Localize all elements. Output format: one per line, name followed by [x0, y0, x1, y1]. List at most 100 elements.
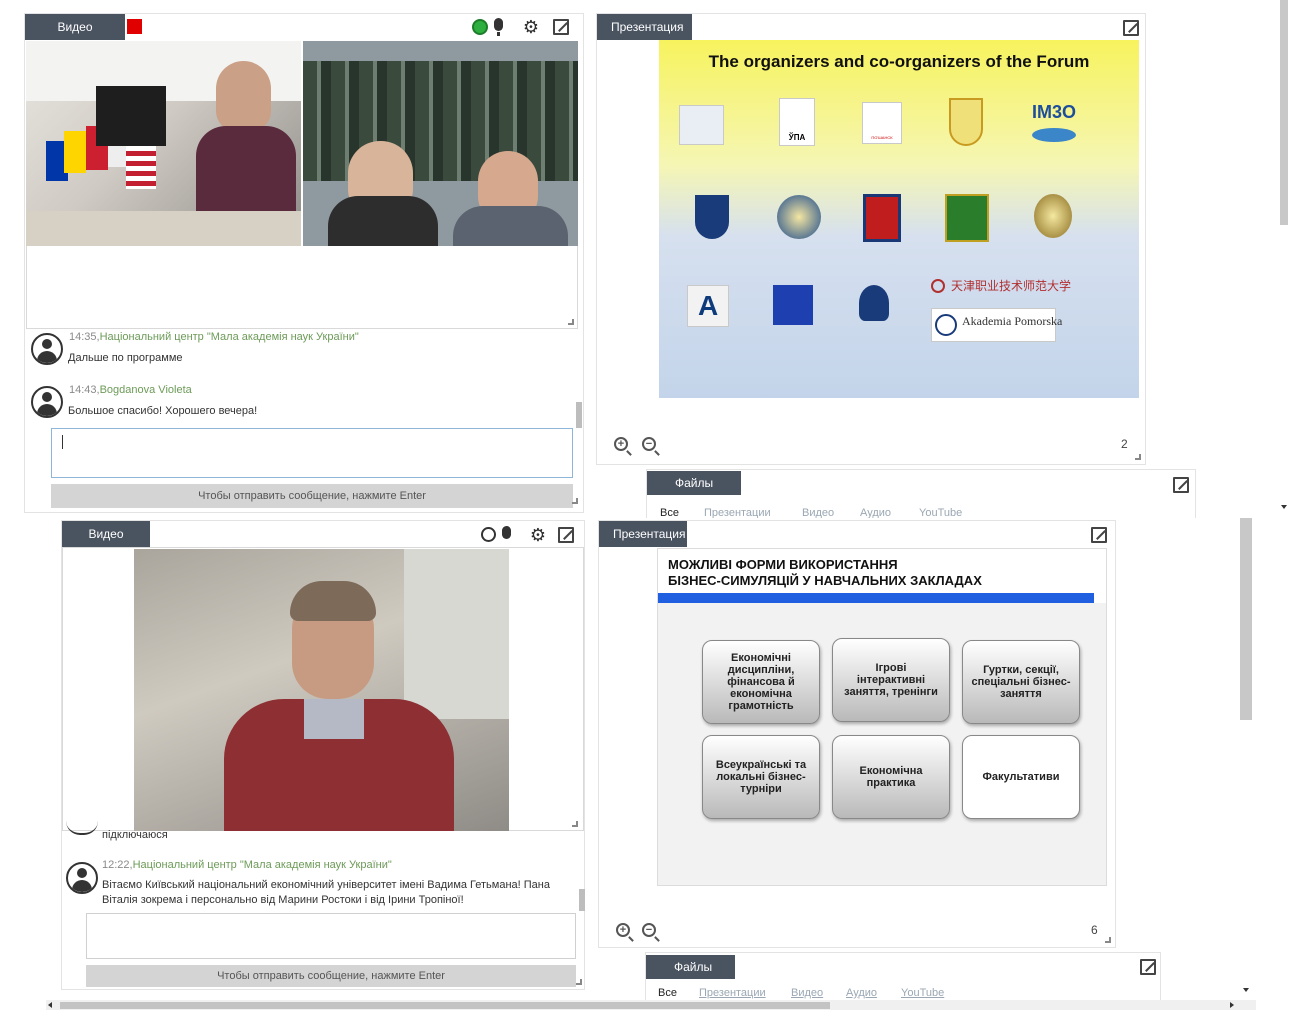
zoom-out-icon[interactable]: −: [642, 437, 656, 451]
bottom-files-panel: Файлы Все Презентации Видео Аудио YouTub…: [645, 952, 1161, 1000]
slide: The organizers and co-organizers of the …: [659, 40, 1139, 398]
monitor: [96, 86, 166, 146]
zoom-in-icon[interactable]: +: [614, 437, 628, 451]
message-author[interactable]: Bogdanova Violeta: [100, 384, 192, 396]
text-caret: [62, 435, 63, 449]
logo-crest-green: [945, 194, 989, 242]
microphone-icon[interactable]: [494, 18, 503, 31]
video-feed-2: [303, 41, 578, 246]
logo-label: 天津职业技术师范大学: [951, 279, 1072, 293]
page-number: 6: [1091, 923, 1098, 937]
video-resize-grip[interactable]: [568, 319, 574, 325]
filter-youtube[interactable]: YouTube: [901, 987, 944, 999]
logo-square-blue: [773, 285, 813, 325]
chat-input[interactable]: [86, 913, 576, 959]
chat-resize-grip[interactable]: [572, 498, 578, 504]
top-files-panel: Файлы Все Презентации Видео Аудио YouTub…: [646, 469, 1196, 519]
microphone-icon[interactable]: [502, 526, 511, 539]
slide-box: Ігрові інтерактивні заняття, тренінги: [832, 638, 950, 722]
presentation-resize-grip[interactable]: [1135, 454, 1141, 460]
video-tab[interactable]: Видео: [25, 14, 125, 40]
bottom-presentation-panel: Презентация МОЖЛИВІ ФОРМИ ВИКОРИСТАННЯ Б…: [598, 520, 1116, 948]
send-hint-bar[interactable]: Чтобы отправить сообщение, нажмите Enter: [86, 965, 576, 987]
message-author[interactable]: Національний центр "Мала академія наук У…: [133, 859, 392, 871]
send-hint-bar[interactable]: Чтобы отправить сообщение, нажмите Enter: [51, 484, 573, 508]
logo-tile: [679, 105, 724, 145]
message-text: Дальше по программе: [68, 352, 183, 364]
expand-icon[interactable]: [1140, 959, 1156, 975]
page-number: 2: [1121, 437, 1128, 451]
logo-tile: Akademia Pomorska: [931, 308, 1062, 342]
logo-emblem: [949, 98, 983, 146]
files-tab[interactable]: Файлы: [647, 471, 741, 495]
top-page-scrollbar[interactable]: [1280, 0, 1288, 225]
logo-round-gold: [1034, 194, 1072, 238]
expand-icon[interactable]: [1091, 527, 1107, 543]
filter-audio[interactable]: Аудио: [846, 987, 877, 999]
message-meta: 14:43,Bogdanova Violeta: [69, 384, 192, 396]
message-meta: 14:35,Національний центр "Мала академія …: [69, 331, 359, 343]
logo-tile: ЎПА: [779, 98, 815, 146]
avatar-icon: [31, 386, 63, 418]
presentation-tab[interactable]: Презентация: [599, 521, 687, 547]
logo-tile: ПО'ШАНСК: [862, 102, 902, 144]
message-text: Вітаємо Київський національний економічн…: [102, 879, 550, 906]
gear-icon[interactable]: ⚙: [521, 17, 541, 37]
slide-title-line2: БІЗНЕС-СИМУЛЯЦІЙ У НАВЧАЛЬНИХ ЗАКЛАДАХ: [668, 573, 982, 588]
avatar-icon: [31, 333, 63, 365]
message-time: 12:22,: [102, 859, 133, 871]
scroll-right-arrow[interactable]: [1230, 1002, 1234, 1008]
bottom-video-panel: Видео ⚙ підключаюся 12:22,Національний ц…: [61, 520, 585, 990]
logo-label: ЎПА: [788, 133, 806, 142]
presentation-resize-grip[interactable]: [1105, 937, 1111, 943]
files-tab[interactable]: Файлы: [646, 955, 735, 979]
expand-icon[interactable]: [1173, 477, 1189, 493]
speaker-collar: [304, 699, 364, 739]
partial-message: підключаюся: [102, 829, 168, 841]
logo-crest-red: [863, 194, 901, 242]
filter-presentations[interactable]: Презентации: [699, 987, 766, 999]
zoom-in-icon[interactable]: +: [616, 923, 630, 937]
window: [404, 549, 509, 719]
expand-icon[interactable]: [553, 19, 569, 35]
filter-video[interactable]: Видео: [791, 987, 823, 999]
slide-box: Економічна практика: [832, 735, 950, 819]
chat-resize-grip[interactable]: [576, 979, 582, 985]
bottom-page-scrollbar[interactable]: [1240, 518, 1252, 720]
slide-box: Гуртки, секції, спеціальні бізнес-занятт…: [962, 640, 1080, 724]
participant-left-body: [328, 196, 438, 246]
presenter-icon[interactable]: [472, 19, 488, 35]
slide: МОЖЛИВІ ФОРМИ ВИКОРИСТАННЯ БІЗНЕС-СИМУЛЯ…: [657, 548, 1107, 886]
presenter-icon[interactable]: [481, 527, 496, 542]
record-icon[interactable]: [127, 19, 142, 34]
gear-icon[interactable]: ⚙: [528, 525, 548, 545]
scroll-down-arrow[interactable]: [1243, 988, 1249, 992]
logo-imzo: IM3O: [1024, 102, 1084, 152]
logo-shield: [695, 195, 729, 239]
chat-scrollbar[interactable]: [579, 889, 585, 911]
video-area-border: [26, 246, 578, 329]
filter-all[interactable]: Все: [658, 987, 677, 999]
logo-star: [777, 195, 821, 239]
video-resize-grip[interactable]: [572, 821, 578, 827]
chat-input[interactable]: [51, 428, 573, 478]
scroll-left-arrow[interactable]: [48, 1002, 52, 1008]
message-time: 14:35,: [69, 331, 100, 343]
participant-right-body: [453, 206, 568, 246]
expand-icon[interactable]: [558, 527, 574, 543]
chat-scrollbar[interactable]: [576, 402, 582, 428]
message-author[interactable]: Національний центр "Мала академія наук У…: [100, 331, 359, 343]
video-feed-1: [26, 41, 301, 246]
slide-box: Всеукраїнські та локальні бізнес-турніри: [702, 735, 820, 819]
bottom-screenshot: Видео ⚙ підключаюся 12:22,Національний ц…: [0, 518, 1290, 1012]
video-feed-speaker: [134, 549, 509, 831]
slide-box: Економічні дисципліни, фінансова й еконо…: [702, 640, 820, 724]
video-tab[interactable]: Видео: [62, 521, 150, 547]
speaker-hair: [290, 581, 376, 621]
horizontal-scrollbar-thumb[interactable]: [60, 1002, 830, 1009]
zoom-out-icon[interactable]: −: [642, 923, 656, 937]
scroll-down-arrow[interactable]: [1281, 505, 1287, 509]
logo-crest-navy: [859, 285, 889, 321]
expand-icon[interactable]: [1123, 20, 1139, 36]
presentation-tab[interactable]: Презентация: [597, 14, 692, 40]
